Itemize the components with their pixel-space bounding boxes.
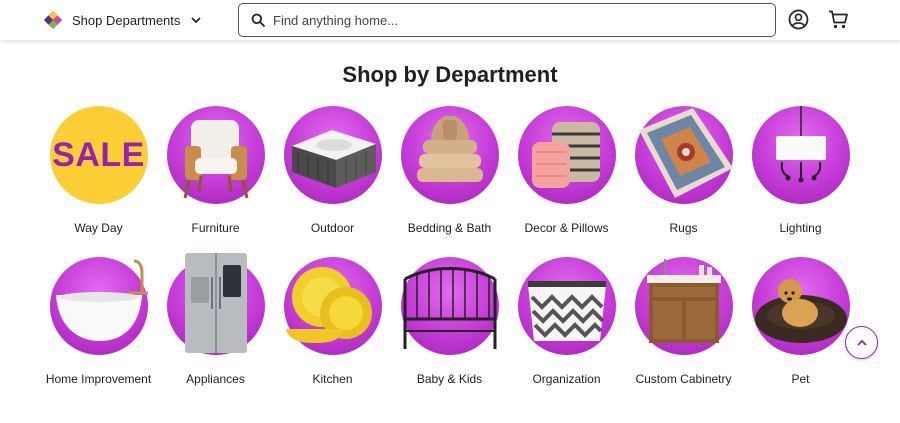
kitchen-image [283, 257, 382, 355]
department-tile-baby-kids[interactable]: Baby & Kids [391, 255, 508, 386]
dog-bed-icon [754, 279, 847, 343]
department-label: Custom Cabinetry [635, 372, 732, 386]
department-label: Furniture [191, 221, 240, 235]
department-grid: SALE Way Day Furniture Outdoor Bedding &… [40, 104, 860, 406]
page-title: Shop by Department [342, 62, 558, 87]
header: Shop Departments [0, 0, 900, 40]
armchair-icon [183, 120, 248, 199]
department-label: Decor & Pillows [524, 221, 609, 235]
storage-bin-icon [527, 281, 606, 341]
department-row: SALE Way Day Furniture Outdoor Bedding &… [40, 104, 860, 255]
department-tile-pet[interactable]: Pet [742, 255, 859, 386]
department-tile-bedding-bath[interactable]: Bedding & Bath [391, 104, 508, 235]
department-label: Kitchen [312, 372, 353, 386]
department-tile-way-day[interactable]: SALE Way Day [40, 104, 157, 235]
lighting-image [751, 106, 850, 204]
chandelier-icon [775, 106, 826, 183]
custom-cabinetry-image [634, 257, 733, 355]
department-label: Organization [532, 372, 601, 386]
department-label: Pet [791, 372, 810, 386]
appliances-image [166, 253, 265, 355]
rug-icon [638, 108, 733, 198]
pet-image [751, 257, 850, 355]
sale-badge: SALE [52, 135, 145, 174]
department-label: Lighting [779, 221, 822, 235]
department-label: Rugs [669, 221, 698, 235]
bathtub-icon [55, 259, 148, 341]
search-bar[interactable] [238, 3, 776, 37]
towels-icon [416, 115, 483, 182]
baby-kids-image [400, 257, 499, 355]
shop-departments-button[interactable]: Shop Departments [72, 10, 202, 30]
department-tile-lighting[interactable]: Lighting [742, 104, 859, 235]
search-icon [251, 13, 265, 27]
wayfair-logo-icon[interactable] [44, 11, 62, 29]
way-day-sale-image: SALE [49, 106, 148, 204]
department-tile-custom-cabinetry[interactable]: Custom Cabinetry [625, 255, 742, 386]
department-tile-rugs[interactable]: Rugs [625, 104, 742, 235]
account-icon[interactable] [788, 9, 809, 30]
department-tile-home-improvement[interactable]: Home Improvement [40, 255, 157, 386]
refrigerator-icon [184, 253, 247, 353]
hot-tub-icon [291, 130, 376, 188]
organization-image [517, 257, 616, 355]
bedding-bath-image [400, 106, 499, 204]
pillows-icon [531, 122, 600, 188]
rugs-image [634, 106, 733, 204]
vanity-cabinet-icon [646, 259, 721, 343]
furniture-image [166, 106, 265, 204]
decor-pillows-image [517, 106, 616, 204]
department-label: Baby & Kids [416, 372, 483, 386]
department-tile-appliances[interactable]: Appliances [157, 253, 274, 386]
crib-icon [403, 267, 496, 349]
department-label: Outdoor [310, 221, 355, 235]
department-label: Way Day [74, 221, 123, 235]
department-row: Home Improvement Appliances Kitchen Baby… [40, 253, 860, 406]
outdoor-image [283, 106, 382, 204]
shop-departments-label: Shop Departments [72, 12, 181, 28]
department-tile-outdoor[interactable]: Outdoor [274, 104, 391, 235]
chevron-up-icon [856, 339, 867, 346]
department-label: Bedding & Bath [407, 221, 492, 235]
home-improvement-image [49, 257, 148, 355]
scroll-to-top-button[interactable] [845, 326, 878, 359]
cart-icon[interactable] [828, 9, 849, 30]
plates-icon [285, 267, 372, 343]
department-label: Appliances [186, 372, 245, 386]
chevron-down-icon [191, 17, 202, 24]
department-tile-organization[interactable]: Organization [508, 255, 625, 386]
search-input[interactable] [273, 12, 775, 28]
department-tile-kitchen[interactable]: Kitchen [274, 255, 391, 386]
department-label: Home Improvement [45, 372, 152, 386]
department-tile-furniture[interactable]: Furniture [157, 104, 274, 235]
department-tile-decor-pillows[interactable]: Decor & Pillows [508, 104, 625, 235]
